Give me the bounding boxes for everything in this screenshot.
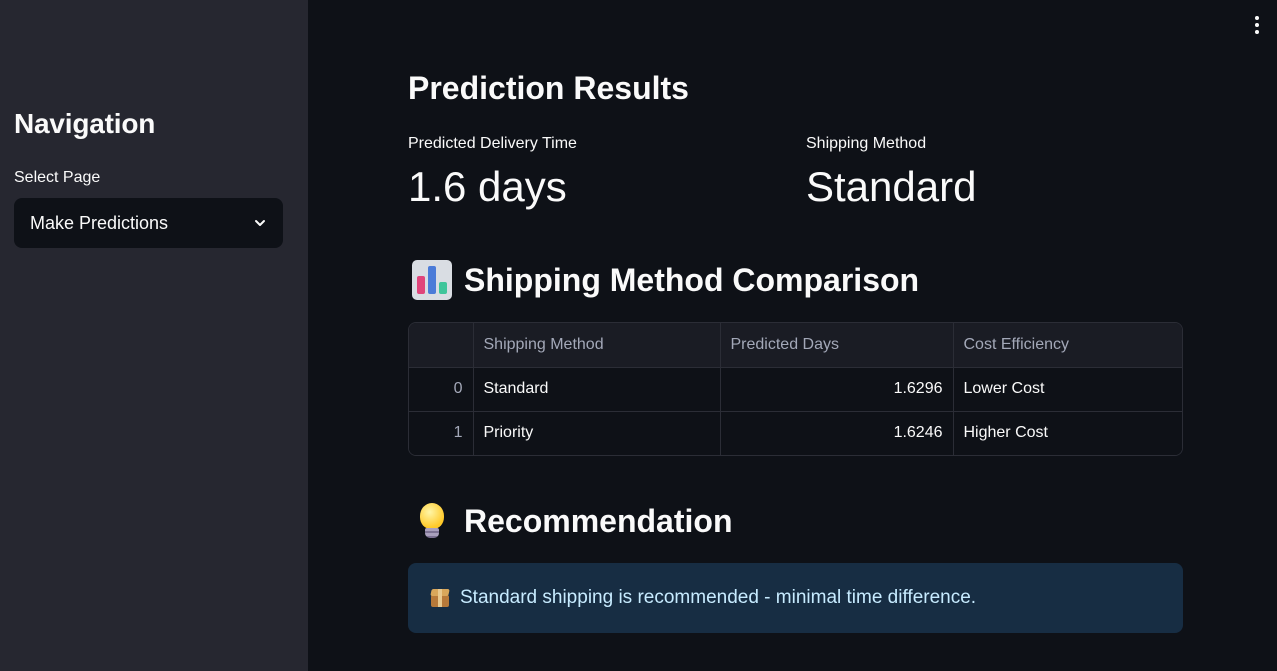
page-select[interactable]: Make Predictions — [14, 198, 283, 248]
column-header-predicted-days[interactable]: Predicted Days — [720, 323, 954, 368]
metric-value: Standard — [806, 163, 977, 210]
light-bulb-icon — [412, 501, 452, 541]
cell-cost-efficiency[interactable]: Lower Cost — [953, 367, 1182, 412]
recommendation-heading: Recommendation — [412, 501, 732, 541]
row-index[interactable]: 0 — [409, 367, 474, 412]
cell-cost-efficiency[interactable]: Higher Cost — [953, 411, 1182, 455]
cell-predicted-days[interactable]: 1.6296 — [720, 367, 954, 412]
metric-value: 1.6 days — [408, 163, 567, 210]
metric-shipping-method: Shipping Method Standard — [806, 135, 976, 211]
kebab-dot — [1255, 16, 1259, 20]
recommendation-info-box: Standard shipping is recommended - minim… — [408, 563, 1183, 633]
column-header-index[interactable] — [409, 323, 474, 368]
recommendation-heading-text: Recommendation — [464, 502, 733, 539]
table-row: 1 Priority 1.6246 Higher Cost — [409, 411, 1182, 455]
kebab-dot — [1255, 30, 1259, 34]
metric-label: Predicted Delivery Time — [408, 135, 577, 152]
cell-shipping-method[interactable]: Standard — [473, 367, 721, 412]
column-header-shipping-method[interactable]: Shipping Method — [473, 323, 721, 368]
table-row: 0 Standard 1.6296 Lower Cost — [409, 367, 1182, 412]
comparison-table[interactable]: Shipping Method Predicted Days Cost Effi… — [408, 322, 1183, 456]
kebab-dot — [1255, 23, 1259, 27]
select-page-label: Select Page — [14, 169, 101, 186]
comparison-heading: Shipping Method Comparison — [412, 260, 919, 300]
prediction-results-heading: Prediction Results — [408, 70, 689, 106]
column-header-cost-efficiency[interactable]: Cost Efficiency — [953, 323, 1182, 368]
sidebar: Navigation Select Page Make Predictions — [0, 0, 308, 671]
recommendation-text: Standard shipping is recommended - minim… — [460, 587, 977, 608]
table-header-row: Shipping Method Predicted Days Cost Effi… — [409, 323, 1182, 368]
package-icon — [430, 588, 450, 608]
metric-delivery-time: Predicted Delivery Time 1.6 days — [408, 135, 577, 211]
chevron-down-icon — [255, 220, 265, 226]
cell-predicted-days[interactable]: 1.6246 — [720, 411, 954, 455]
main-menu-kebab-icon[interactable] — [1251, 14, 1263, 36]
cell-shipping-method[interactable]: Priority — [473, 411, 721, 455]
row-index[interactable]: 1 — [409, 411, 474, 455]
comparison-heading-text: Shipping Method Comparison — [464, 261, 920, 298]
sidebar-title: Navigation — [14, 108, 156, 139]
metric-label: Shipping Method — [806, 135, 927, 152]
app-root: Navigation Select Page Make Predictions … — [0, 0, 1277, 671]
bar-chart-icon — [412, 260, 452, 300]
page-select-value: Make Predictions — [30, 212, 169, 233]
